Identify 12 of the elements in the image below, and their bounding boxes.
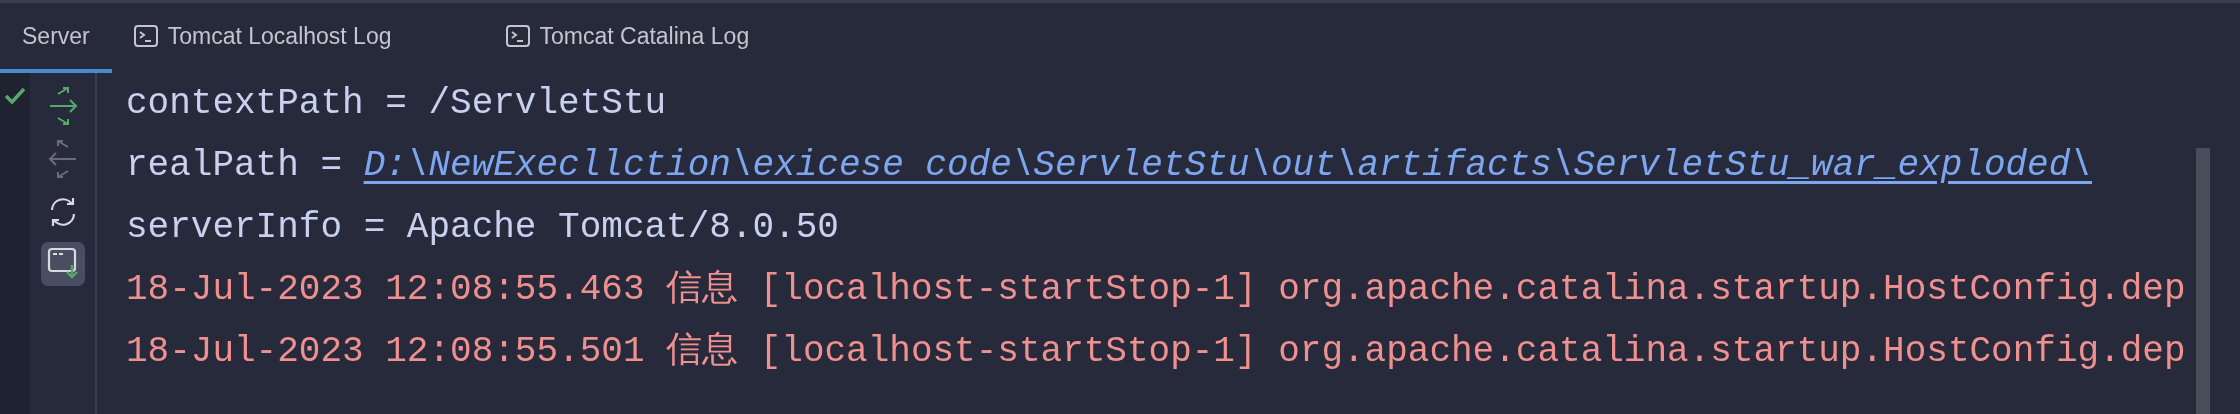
log-line: 18-Jul-2023 12:08:55.501 信息 [localhost-startStop-1] org.apache.catalina.startup.HostConfig.dep <box>126 331 2186 372</box>
file-path-link[interactable]: D:\NewExecllction\exicese code\ServletStu\out\artifacts\ServletStu_war_exploded\ <box>363 145 2092 186</box>
tab[interactable]: Tomcat Localhost Log <box>111 3 414 73</box>
console-text: contextPath = /ServletStu <box>126 83 667 124</box>
console-text: realPath = <box>126 145 344 186</box>
scrollbar[interactable] <box>2196 148 2210 414</box>
console-text: serverInfo = Apache Tomcat/8.0.50 <box>126 207 839 248</box>
log-line: 18-Jul-2023 12:08:55.463 信息 [localhost-startStop-1] org.apache.catalina.startup.HostConfig.dep <box>126 269 2186 310</box>
toolbar-button[interactable] <box>40 242 85 286</box>
console-icon <box>505 25 530 47</box>
console-icon <box>133 25 158 47</box>
tab[interactable]: Tomcat Catalina Log <box>483 3 772 73</box>
